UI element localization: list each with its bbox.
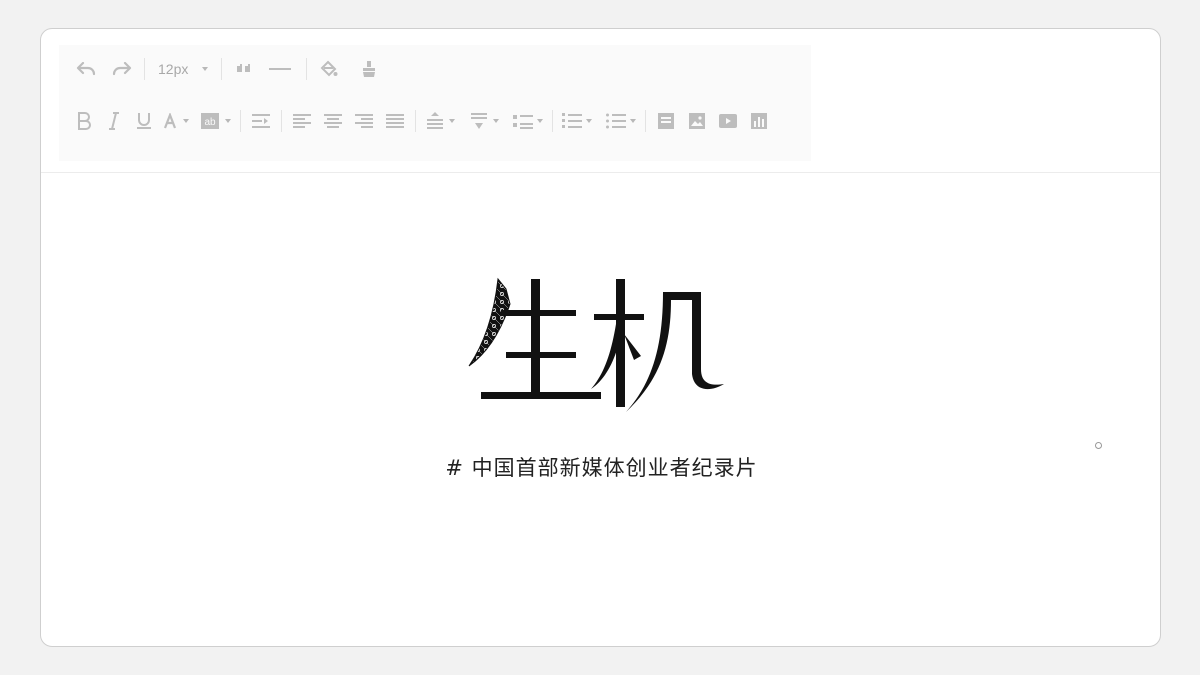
italic-icon[interactable] bbox=[103, 109, 125, 133]
fill-color-icon[interactable] bbox=[316, 57, 342, 81]
chevron-down-icon bbox=[202, 67, 209, 71]
svg-text:ab: ab bbox=[204, 117, 216, 128]
line-height-icon[interactable] bbox=[425, 109, 455, 133]
chevron-down-icon bbox=[493, 119, 499, 123]
image-icon[interactable] bbox=[686, 109, 708, 133]
toolbar-panel: 12px ab bbox=[59, 45, 811, 161]
ordered-list-icon[interactable] bbox=[562, 109, 592, 133]
chevron-down-icon bbox=[225, 119, 231, 123]
table-icon[interactable] bbox=[655, 109, 677, 133]
toolbar-row-1: 12px bbox=[59, 55, 811, 83]
editor-window: 12px ab # 中国首部新媒体创业者纪录片 bbox=[40, 28, 1161, 647]
align-right-icon[interactable] bbox=[353, 109, 375, 133]
bold-icon[interactable] bbox=[73, 109, 95, 133]
toolbar-divider bbox=[645, 110, 646, 132]
chart-icon[interactable] bbox=[748, 109, 770, 133]
toolbar-divider bbox=[552, 110, 553, 132]
toolbar-divider bbox=[221, 58, 223, 80]
redo-icon[interactable] bbox=[109, 57, 135, 81]
toolbar-divider bbox=[240, 110, 241, 132]
paragraph-spacing-icon[interactable] bbox=[469, 109, 499, 133]
font-size-select[interactable]: 12px bbox=[154, 57, 212, 81]
chevron-down-icon bbox=[183, 119, 189, 123]
toolbar-divider bbox=[144, 58, 145, 80]
cursor-marker bbox=[1095, 442, 1102, 449]
background-color-icon[interactable]: ab bbox=[201, 109, 231, 133]
horizontal-rule-icon[interactable] bbox=[263, 57, 297, 81]
indent-icon[interactable] bbox=[250, 109, 272, 133]
align-left-icon[interactable] bbox=[291, 109, 313, 133]
undo-icon[interactable] bbox=[73, 57, 99, 81]
editor-toolbar: 12px ab bbox=[41, 29, 1160, 173]
toolbar-row-2: ab bbox=[59, 107, 811, 135]
toolbar-divider bbox=[281, 110, 282, 132]
subtitle-text: # 中国首部新媒体创业者纪录片 bbox=[445, 456, 758, 480]
editor-content[interactable]: 生机 # 中国首部新媒体创业者纪录片 bbox=[41, 174, 1160, 646]
clear-format-icon[interactable] bbox=[356, 57, 382, 81]
chevron-down-icon bbox=[537, 119, 543, 123]
chevron-down-icon bbox=[630, 119, 636, 123]
underline-icon[interactable] bbox=[133, 109, 155, 133]
chevron-down-icon bbox=[449, 119, 455, 123]
video-icon[interactable] bbox=[717, 109, 739, 133]
align-justify-icon[interactable] bbox=[384, 109, 406, 133]
toolbar-divider bbox=[415, 110, 416, 132]
align-center-icon[interactable] bbox=[322, 109, 344, 133]
font-size-value: 12px bbox=[158, 61, 189, 77]
title-logo: 生机 bbox=[468, 277, 724, 412]
font-color-icon[interactable] bbox=[163, 109, 189, 133]
chevron-down-icon bbox=[586, 119, 592, 123]
unordered-list-icon[interactable] bbox=[606, 109, 636, 133]
letter-spacing-icon[interactable] bbox=[513, 109, 543, 133]
quote-icon[interactable] bbox=[231, 57, 257, 81]
toolbar-divider bbox=[306, 58, 308, 80]
